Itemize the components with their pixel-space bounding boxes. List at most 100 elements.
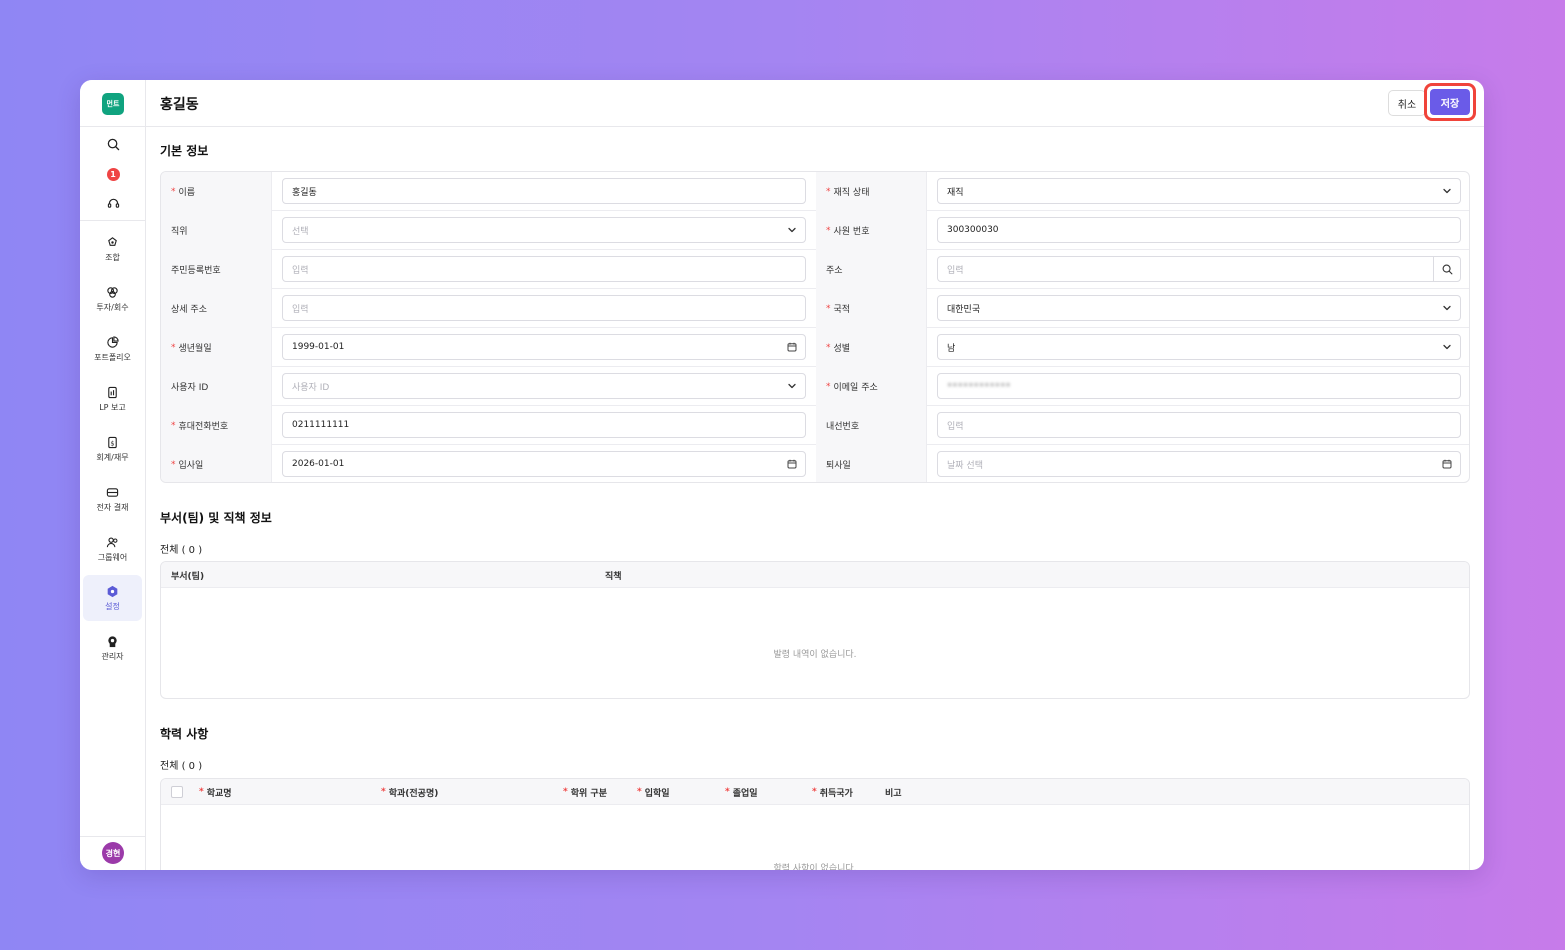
form-row: 직위 선택 * 사원 번호 300300030 xyxy=(161,211,1469,250)
search-icon[interactable] xyxy=(80,137,146,151)
field-placeholder: 입력 xyxy=(947,265,964,276)
dropdown-toggle[interactable] xyxy=(787,381,797,391)
required-mark: * xyxy=(171,342,176,353)
field-label: * 국적 xyxy=(816,289,927,328)
column-header-text: 취득국가 xyxy=(819,788,853,799)
field-input-text[interactable]: 입력 xyxy=(282,295,806,321)
dropdown-toggle[interactable] xyxy=(1442,303,1452,313)
date-picker-toggle[interactable] xyxy=(787,342,797,352)
avatar[interactable]: 경현 xyxy=(102,842,124,864)
required-mark: * xyxy=(563,787,568,797)
field-label: * 생년월일 xyxy=(161,328,272,367)
field-input-select[interactable]: 사용자 ID xyxy=(282,373,806,399)
column-header-text: 졸업일 xyxy=(732,788,758,799)
admin-icon xyxy=(108,635,117,647)
cancel-button[interactable]: 취소 xyxy=(1388,90,1426,116)
column-header: * 입학일 xyxy=(637,779,670,805)
field-input-date[interactable]: 날짜 선택 xyxy=(937,451,1461,477)
department-count: 전체 ( 0 ) xyxy=(160,545,203,556)
sidebar-divider xyxy=(80,126,145,127)
required-mark: * xyxy=(826,342,831,353)
sidebar-item-settings[interactable]: 설정 xyxy=(83,575,142,621)
required-mark: * xyxy=(826,186,831,197)
page-header: 홍길동 취소 저장 xyxy=(146,80,1484,127)
department-table: 부서(팀) 직책 발령 내역이 없습니다. xyxy=(160,561,1470,699)
sidebar-item-portfolio[interactable]: 포트폴리오 xyxy=(83,326,142,372)
sidebar-item-label: 그룹웨어 xyxy=(97,552,128,562)
sidebar-item-label: LP 보고 xyxy=(99,402,126,412)
chevron-down-icon xyxy=(788,383,796,389)
settings-icon xyxy=(107,585,118,597)
sidebar: 먼트 1 조합 투자/회수 포트폴리오 LP 보고 $ 회계/재무 전자 결재 … xyxy=(80,80,146,870)
field-value: 대한민국 xyxy=(947,304,981,315)
field-input-text[interactable]: 입력 xyxy=(937,412,1461,438)
sidebar-item-approval[interactable]: 전자 결재 xyxy=(83,476,142,522)
groupware-icon xyxy=(106,536,118,547)
field-input-text[interactable]: 300300030 xyxy=(937,217,1461,243)
form-row: * 생년월일 1999-01-01 * 성별 남 xyxy=(161,328,1469,367)
field-input-select[interactable]: 남 xyxy=(937,334,1461,360)
search-icon xyxy=(1442,264,1452,274)
field-placeholder: 날짜 선택 xyxy=(947,460,983,471)
required-mark: * xyxy=(637,787,642,797)
field-label-text: 퇴사일 xyxy=(826,461,851,471)
date-picker-toggle[interactable] xyxy=(1442,459,1452,469)
sidebar-item-admin[interactable]: 관리자 xyxy=(83,625,142,671)
column-header: 부서(팀) xyxy=(171,571,205,582)
field-input-text[interactable]: 홍길동 xyxy=(282,178,806,204)
field-input-text[interactable]: 0211111111 xyxy=(282,412,806,438)
required-mark: * xyxy=(381,787,386,797)
headset-icon[interactable] xyxy=(80,196,146,210)
field-input-search[interactable]: 입력 xyxy=(937,256,1461,282)
column-header: * 취득국가 xyxy=(812,779,853,805)
sidebar-item-label: 조합 xyxy=(105,252,120,262)
field-input-select[interactable]: 재직 xyxy=(937,178,1461,204)
field-label-text: 이름 xyxy=(178,188,196,198)
address-search-button[interactable] xyxy=(1433,257,1460,281)
section-title-department: 부서(팀) 및 직책 정보 xyxy=(160,511,272,525)
field-placeholder: 선택 xyxy=(292,226,309,237)
chevron-down-icon xyxy=(1443,344,1451,350)
chevron-down-icon xyxy=(1443,188,1451,194)
dropdown-toggle[interactable] xyxy=(1442,186,1452,196)
field-placeholder: 입력 xyxy=(947,421,964,432)
sidebar-item-union[interactable]: 조합 xyxy=(83,226,142,272)
required-mark: * xyxy=(826,303,831,314)
dropdown-toggle[interactable] xyxy=(787,225,797,235)
field-value: 재직 xyxy=(947,187,964,198)
field-input-select[interactable]: 선택 xyxy=(282,217,806,243)
date-picker-toggle[interactable] xyxy=(787,459,797,469)
chevron-down-icon xyxy=(1443,305,1451,311)
field-label: 내선번호 xyxy=(816,406,927,445)
field-label-text: 휴대전화번호 xyxy=(178,422,229,432)
calendar-icon xyxy=(787,459,797,469)
field-input-text[interactable]: 입력 xyxy=(282,256,806,282)
column-header: 비고 xyxy=(885,779,902,805)
field-label-text: 입사일 xyxy=(178,461,204,471)
field-label: 상세 주소 xyxy=(161,289,272,328)
sidebar-item-finance[interactable]: $ 회계/재무 xyxy=(83,426,142,472)
field-label: 주민등록번호 xyxy=(161,250,272,289)
field-input-date[interactable]: 1999-01-01 xyxy=(282,334,806,360)
sidebar-divider xyxy=(80,220,145,221)
select-all-checkbox[interactable] xyxy=(171,786,183,798)
app-logo[interactable]: 먼트 xyxy=(102,93,124,115)
field-label: 직위 xyxy=(161,211,272,250)
field-input-blurred[interactable]: •••••••••••• xyxy=(937,373,1461,399)
field-label-text: 주민등록번호 xyxy=(171,266,221,276)
field-placeholder: 입력 xyxy=(292,304,309,315)
column-header-text: 학과(전공명) xyxy=(388,788,439,799)
dropdown-toggle[interactable] xyxy=(1442,342,1452,352)
field-value: 남 xyxy=(947,343,956,354)
field-input-date[interactable]: 2026-01-01 xyxy=(282,451,806,477)
field-label-text: 사원 번호 xyxy=(833,227,870,237)
field-value: 2026-01-01 xyxy=(292,459,345,469)
sidebar-item-lp-report[interactable]: LP 보고 xyxy=(83,376,142,422)
form-row: 사용자 ID 사용자 ID * 이메일 주소 •••••••••••• xyxy=(161,367,1469,406)
sidebar-item-investment[interactable]: 투자/회수 xyxy=(83,276,142,322)
notification-badge[interactable]: 1 xyxy=(80,167,146,181)
save-button[interactable]: 저장 xyxy=(1430,89,1470,115)
sidebar-item-groupware[interactable]: 그룹웨어 xyxy=(83,526,142,572)
empty-message: 학력 사항이 없습니다. xyxy=(773,864,857,870)
field-input-select[interactable]: 대한민국 xyxy=(937,295,1461,321)
